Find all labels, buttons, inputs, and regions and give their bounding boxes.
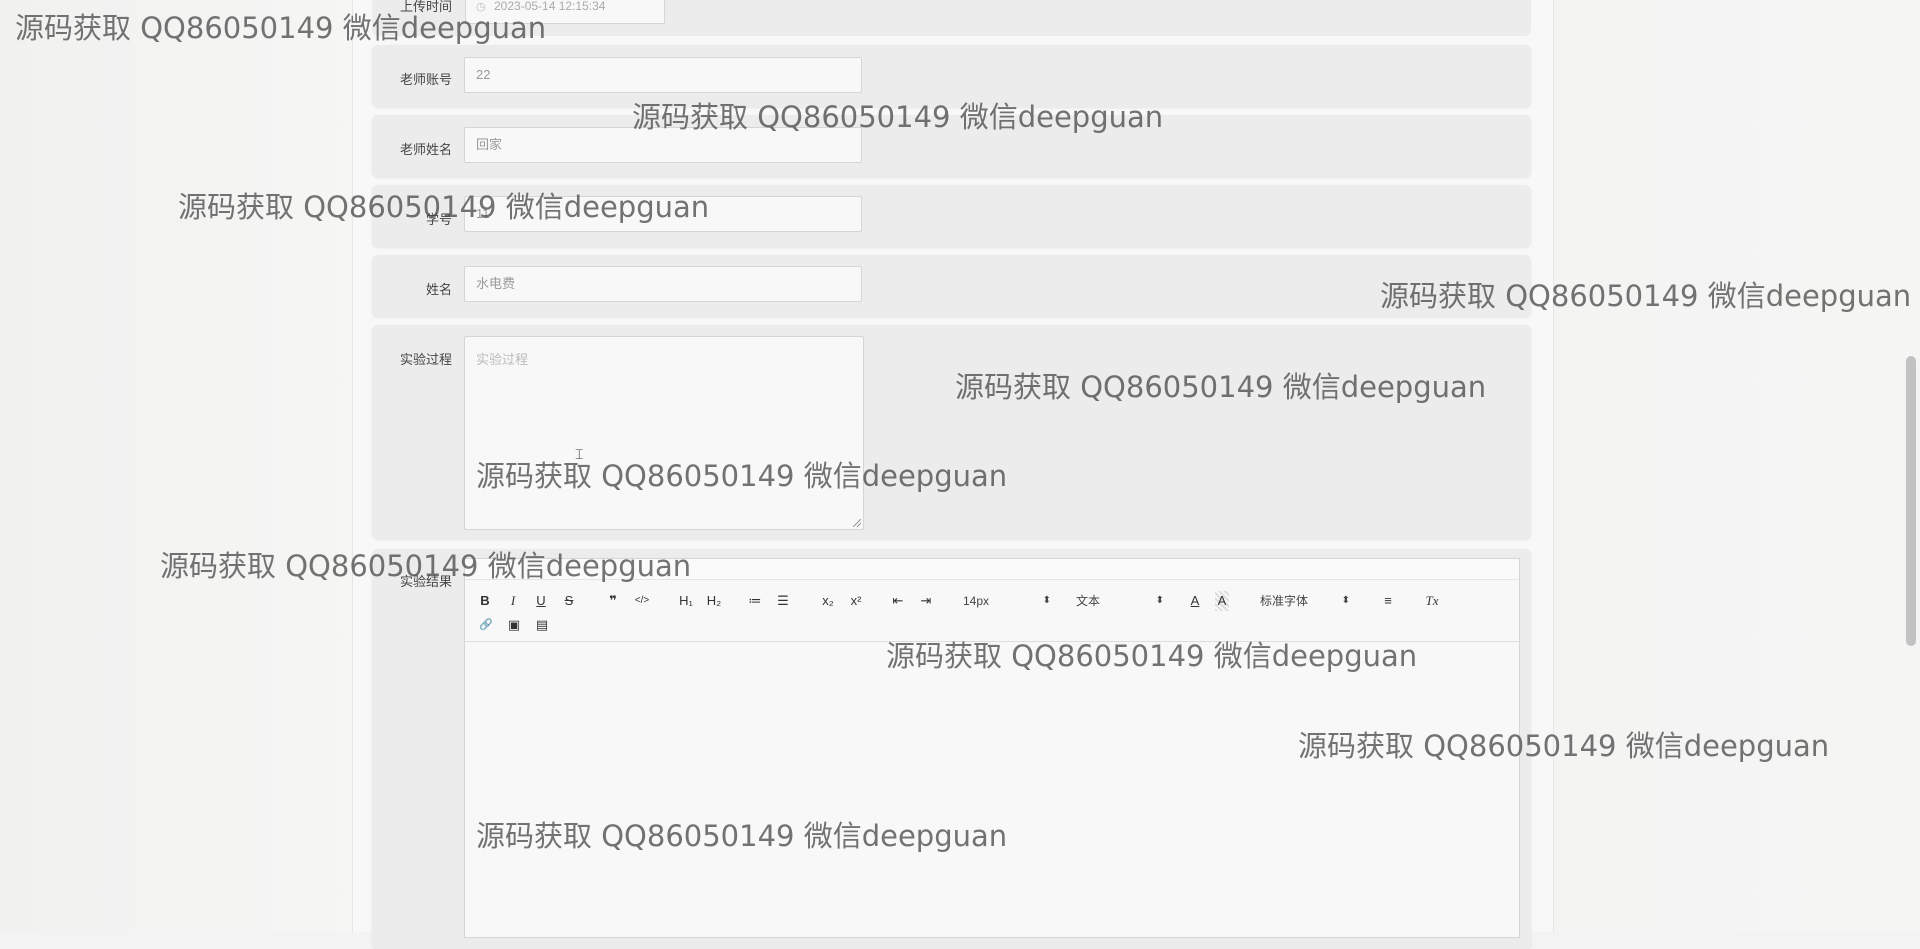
clean-format-button[interactable]: Tx — [1423, 591, 1441, 611]
header-value: 文本 — [1076, 594, 1101, 608]
resize-handle-icon[interactable] — [853, 519, 861, 527]
student-id-field[interactable]: 11 — [464, 196, 862, 232]
strike-button[interactable]: S — [562, 591, 576, 611]
upload-time-label: 上传时间 — [399, 0, 452, 14]
font-color-button[interactable]: A — [1188, 591, 1202, 611]
editor-content-area[interactable] — [465, 642, 1519, 942]
outdent-button[interactable]: ⇤ — [890, 591, 906, 611]
form-row-experiment-process: 实验过程 实验过程 — [372, 325, 1531, 539]
page-scrollbar-thumb[interactable] — [1906, 356, 1916, 646]
teacher-name-label: 老师姓名 — [399, 142, 452, 157]
experiment-process-label: 实验过程 — [399, 352, 452, 367]
font-size-select[interactable]: 14px ⬍ — [963, 591, 1051, 611]
upload-time-value: 2023-05-14 12:15:34 — [494, 0, 606, 13]
teacher-name-field[interactable]: 回家 — [464, 127, 862, 163]
superscript-button[interactable]: x² — [847, 591, 865, 611]
select-arrows-icon: ⬍ — [1155, 595, 1164, 606]
form-row-teacher-account: 老师账号 22 — [372, 45, 1531, 107]
blockquote-button[interactable]: ❞ — [605, 591, 621, 611]
experiment-result-label: 实验结果 — [399, 574, 452, 589]
font-family-select[interactable]: 标准字体 ⬍ — [1260, 591, 1350, 611]
bullet-list-button[interactable]: ☰ — [775, 591, 791, 611]
form-row-teacher-name: 老师姓名 回家 — [372, 115, 1531, 177]
form-row-student-id: 学号 11 — [372, 185, 1531, 247]
name-label: 姓名 — [425, 282, 452, 297]
editor-toolbar: B I U S ❞ </> H₁ H₂ ≔ ☰ x₂ x² ⇤ ⇥ 14px ⬍… — [465, 579, 1519, 642]
teacher-account-label: 老师账号 — [399, 72, 452, 87]
student-id-label: 学号 — [425, 212, 452, 227]
align-button[interactable]: ≡ — [1380, 591, 1396, 611]
name-field[interactable]: 水电费 — [464, 266, 862, 302]
ordered-list-button[interactable]: ≔ — [747, 591, 763, 611]
subscript-button[interactable]: x₂ — [819, 591, 837, 611]
font-size-value: 14px — [963, 594, 990, 608]
text-cursor-icon: ⌶ — [575, 446, 584, 462]
indent-button[interactable]: ⇥ — [918, 591, 934, 611]
background-color-button[interactable]: A — [1215, 591, 1229, 611]
rich-text-editor: B I U S ❞ </> H₁ H₂ ≔ ☰ x₂ x² ⇤ ⇥ 14px ⬍… — [464, 558, 1520, 938]
bold-button[interactable]: B — [478, 591, 492, 611]
teacher-account-field[interactable]: 22 — [464, 57, 862, 93]
code-block-button[interactable]: </> — [633, 591, 651, 611]
experiment-process-placeholder: 实验过程 — [476, 352, 529, 367]
h1-button[interactable]: H₁ — [676, 591, 696, 611]
select-arrows-icon: ⬍ — [1341, 595, 1350, 606]
editor-top-strip — [465, 559, 1519, 580]
font-family-value: 标准字体 — [1260, 594, 1309, 608]
upload-time-field[interactable]: ◷ 2023-05-14 12:15:34 — [465, 0, 665, 24]
form-row-name: 姓名 水电费 — [372, 255, 1531, 317]
header-select[interactable]: 文本 ⬍ — [1076, 591, 1164, 611]
image-button[interactable]: ▣ — [506, 615, 522, 635]
h2-button[interactable]: H₂ — [704, 591, 724, 611]
underline-button[interactable]: U — [534, 591, 548, 611]
select-arrows-icon: ⬍ — [1042, 595, 1051, 606]
experiment-process-textarea[interactable]: 实验过程 — [464, 336, 864, 530]
clock-icon: ◷ — [476, 1, 486, 13]
italic-button[interactable]: I — [506, 591, 520, 611]
video-button[interactable]: ▤ — [534, 615, 550, 635]
link-button[interactable]: 🔗 — [478, 615, 494, 635]
